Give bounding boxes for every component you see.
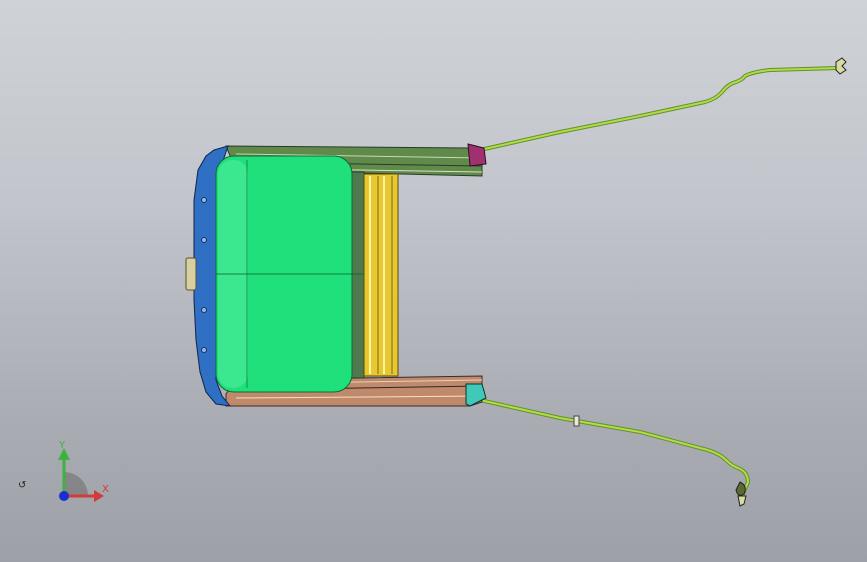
- drain-hose-upper-end-fitting[interactable]: [835, 57, 847, 75]
- front-frame-bolt-4: [201, 347, 207, 353]
- triad-axes: [58, 448, 104, 502]
- drain-hose-lower-clip[interactable]: [573, 415, 580, 427]
- sunroof-assembly-model[interactable]: [0, 0, 867, 562]
- drain-hose-lower[interactable]: [478, 398, 751, 498]
- front-frame-bolt-2: [201, 237, 207, 243]
- graphics-viewport[interactable]: Y X ↺: [0, 0, 867, 562]
- triad-xy-plane: [64, 472, 88, 496]
- triad-origin: [59, 491, 69, 501]
- motor-housing[interactable]: [185, 257, 197, 291]
- front-frame-bolt-3: [201, 307, 207, 313]
- orientation-triad: Y X: [44, 438, 124, 508]
- view-rotation-icon[interactable]: ↺: [18, 480, 26, 491]
- front-frame-bolt-1: [201, 197, 207, 203]
- drain-hose-lower-coupler[interactable]: [735, 481, 746, 496]
- triad-y-label: Y: [59, 440, 66, 451]
- drain-hose-upper-highlight: [479, 67, 839, 151]
- triad-x-label: X: [102, 484, 109, 495]
- drain-hose-lower-end-fitting[interactable]: [737, 495, 747, 507]
